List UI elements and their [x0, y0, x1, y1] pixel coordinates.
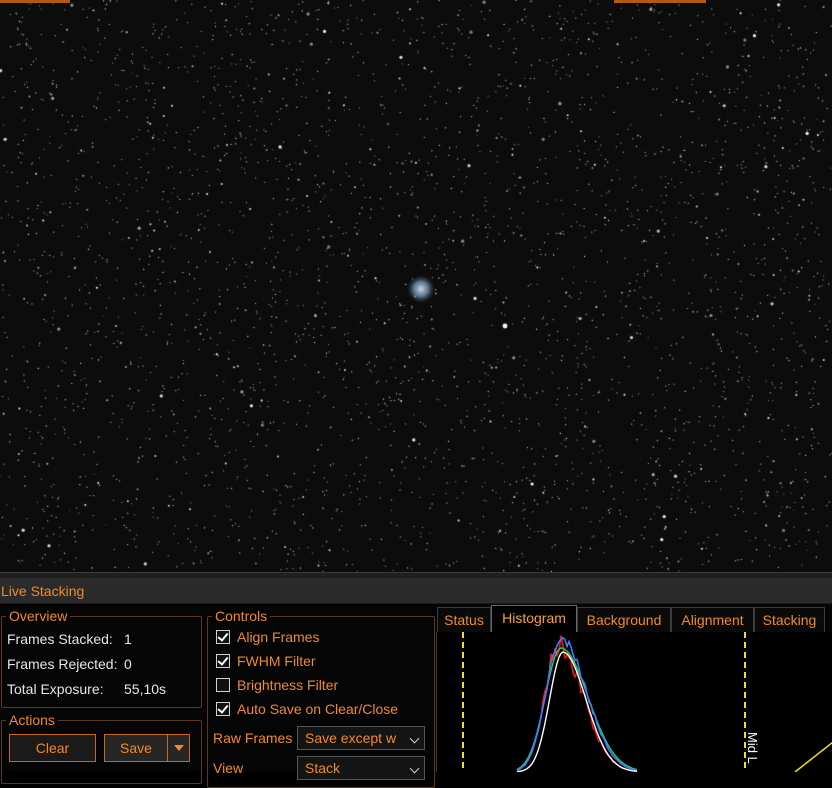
align-frames-checkbox[interactable]: [216, 630, 230, 644]
live-stacking-title-bar: Live Stacking: [0, 578, 832, 604]
overview-legend: Overview: [9, 608, 68, 624]
auto-save-checkbox[interactable]: [216, 702, 230, 716]
tab-background[interactable]: Background: [577, 607, 671, 632]
tab-status[interactable]: Status: [437, 607, 491, 632]
star-field-image: [0, 0, 832, 572]
total-exposure-value: 55,10s: [124, 681, 167, 697]
stretch-curve: [794, 741, 832, 772]
view-label: View: [213, 760, 244, 776]
frames-rejected-label: Frames Rejected:: [7, 656, 118, 672]
chevron-down-icon: [174, 745, 184, 751]
tab-histogram[interactable]: Histogram: [491, 605, 577, 633]
stacked-image-view[interactable]: [0, 0, 832, 572]
panel-title: Live Stacking: [1, 583, 85, 599]
fwhm-filter-label: FWHM Filter: [237, 653, 316, 669]
actions-legend: Actions: [9, 712, 55, 728]
histogram-green-channel: [516, 647, 638, 771]
frames-stacked-value: 1: [124, 631, 132, 647]
mid-level-label: Mid L: [745, 732, 760, 764]
chevron-down-icon: [409, 733, 420, 744]
align-frames-label: Align Frames: [237, 629, 320, 645]
top-toolbar-edge-left: [0, 0, 70, 3]
auto-save-label: Auto Save on Clear/Close: [237, 701, 399, 717]
raw-frames-label: Raw Frames: [213, 730, 293, 746]
frames-rejected-value: 0: [124, 656, 132, 672]
raw-frames-select[interactable]: Save except w: [297, 726, 425, 750]
top-toolbar-edge-right: [614, 0, 706, 3]
histogram-svg: Mid L: [462, 632, 832, 772]
histogram-blue-channel: [516, 636, 638, 772]
save-button[interactable]: Save: [104, 734, 168, 762]
view-select[interactable]: Stack: [297, 756, 425, 780]
raw-frames-select-value: Save except w: [305, 730, 397, 746]
tab-alignment[interactable]: Alignment: [671, 607, 754, 632]
brightness-filter-checkbox[interactable]: [216, 678, 230, 692]
fwhm-filter-checkbox[interactable]: [216, 654, 230, 668]
histogram-plot[interactable]: Mid L: [436, 632, 832, 772]
controls-legend: Controls: [215, 608, 268, 624]
histogram-red-channel: [516, 635, 638, 772]
tab-stacking[interactable]: Stacking: [754, 607, 825, 632]
view-select-value: Stack: [305, 760, 341, 776]
save-options-dropdown[interactable]: [167, 734, 190, 762]
total-exposure-label: Total Exposure:: [7, 681, 104, 697]
frames-stacked-label: Frames Stacked:: [7, 631, 113, 647]
brightness-filter-label: Brightness Filter: [237, 677, 339, 693]
histogram-luminance-fit: [516, 651, 638, 772]
clear-button[interactable]: Clear: [9, 734, 96, 762]
